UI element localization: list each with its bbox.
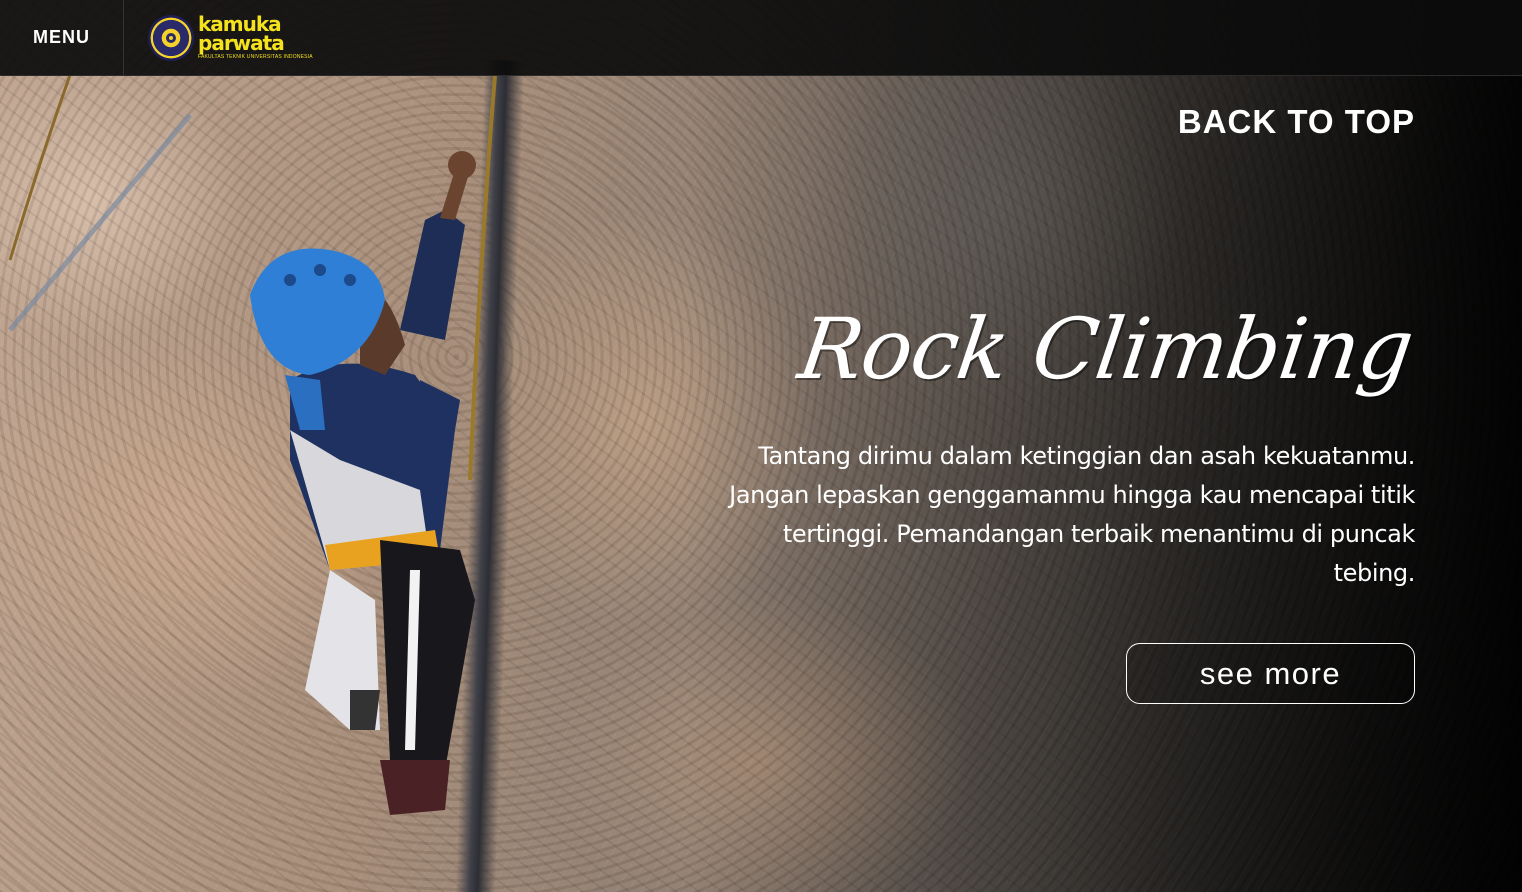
hero-title: Rock Climbing <box>793 300 1419 398</box>
back-to-top-link[interactable]: BACK TO TOP <box>1178 103 1415 141</box>
logo-wordmark: kamuka parwata FAKULTAS TEKNIK UNIVERSIT… <box>198 14 313 60</box>
logo-subtitle: FAKULTAS TEKNIK UNIVERSITAS INDONESIA <box>198 54 313 60</box>
top-navigation-bar: MENU kamuka parwata FAKULTAS TEKNIK UNIV… <box>0 0 1522 76</box>
see-more-button[interactable]: see more <box>1126 643 1415 704</box>
logo-word-line2: parwata <box>198 31 285 55</box>
emblem-inner-icon <box>166 32 176 43</box>
university-emblem-icon <box>148 14 194 61</box>
hero-description: Tantang dirimu dalam ketinggian dan asah… <box>729 442 1415 587</box>
site-logo[interactable]: kamuka parwata FAKULTAS TEKNIK UNIVERSIT… <box>148 0 313 75</box>
menu-button[interactable]: MENU <box>0 0 124 75</box>
